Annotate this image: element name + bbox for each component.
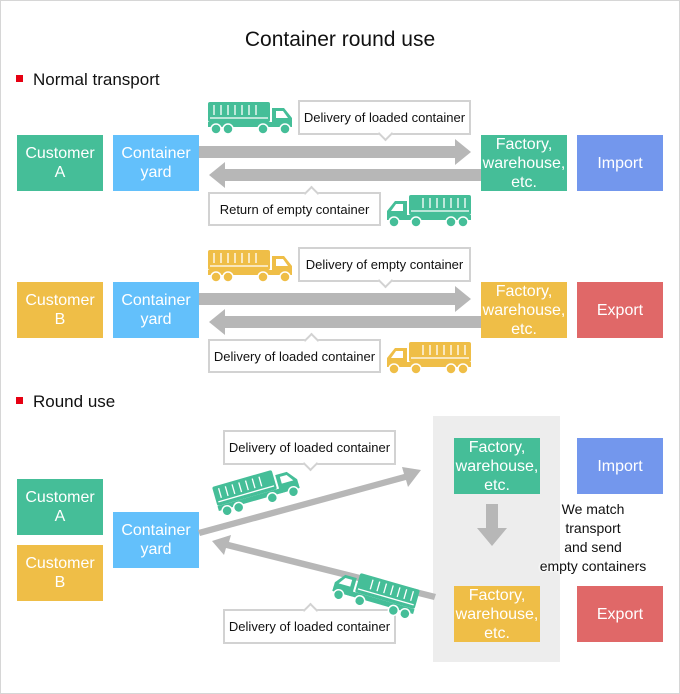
callout-label: Delivery of loaded container <box>303 110 466 125</box>
arrow-right <box>199 286 471 312</box>
arrow-down <box>477 504 507 546</box>
arrows-and-trucks <box>198 101 507 622</box>
callout-label: Delivery of loaded container <box>228 440 391 455</box>
matching-note: We match transport and send empty contai… <box>539 501 647 574</box>
arrow-left <box>209 309 481 335</box>
callout-label: Delivery of loaded container <box>213 348 376 364</box>
callout-label: Delivery of loaded container <box>228 619 391 634</box>
truck-icon <box>386 341 472 375</box>
callout-label: Delivery of empty container <box>305 257 464 272</box>
truck-icon <box>207 101 293 135</box>
truck-icon <box>386 194 472 228</box>
arrow-right <box>199 139 471 165</box>
arrow-left <box>209 162 481 188</box>
callout-label: Return of empty container <box>219 201 370 217</box>
truck-icon <box>207 249 293 283</box>
